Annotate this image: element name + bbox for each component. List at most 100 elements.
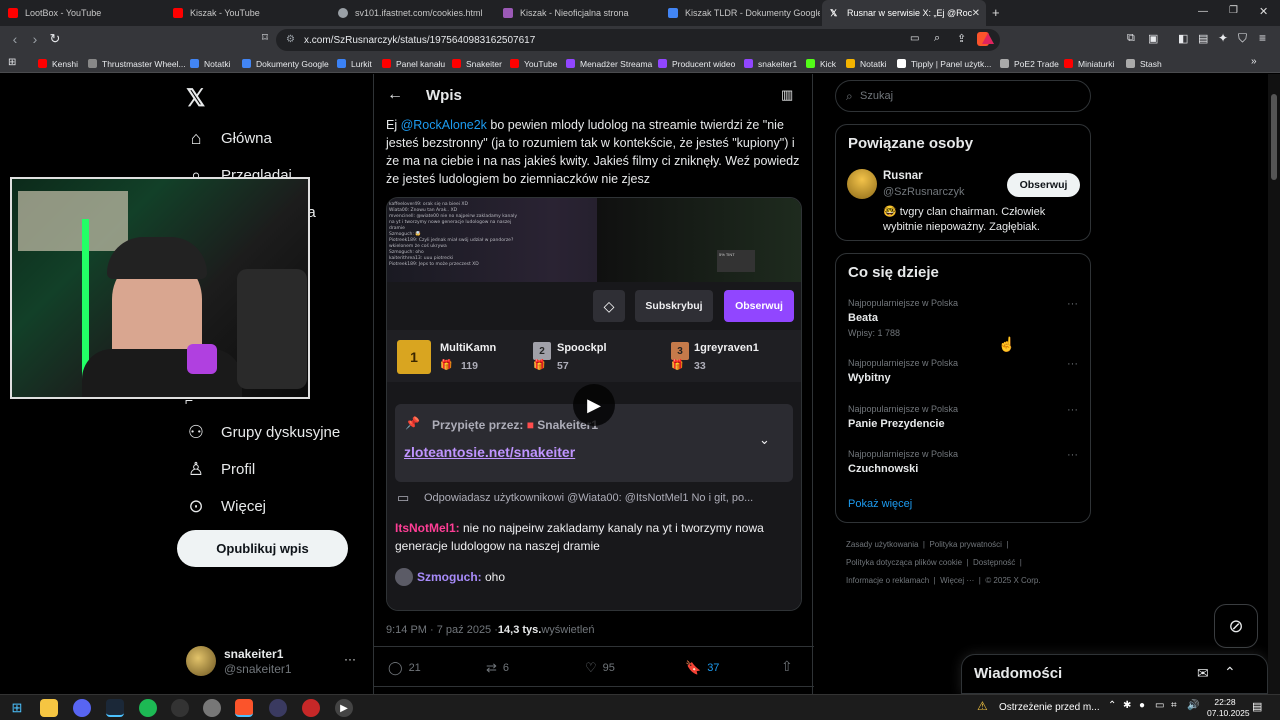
nav-communities[interactable]: ⚇ Grupy dyskusyjne bbox=[185, 421, 340, 443]
play-button[interactable]: ▶ bbox=[573, 384, 615, 426]
bookmark-panel-kanalu[interactable]: Panel kanału bbox=[382, 57, 445, 70]
more-options-icon[interactable]: ··· bbox=[1067, 358, 1078, 370]
bookmark-notatki-folder[interactable]: Notatki bbox=[846, 57, 886, 70]
bookmark-youtube[interactable]: YouTube bbox=[510, 57, 557, 70]
like-button[interactable]: ♡ 95 bbox=[585, 660, 615, 676]
file-explorer-icon[interactable] bbox=[40, 699, 58, 717]
prime-icon[interactable]: ◇ bbox=[593, 290, 625, 322]
clock[interactable]: 22:28 07.10.2025 bbox=[1207, 697, 1250, 718]
battery-icon[interactable]: ▭ bbox=[1155, 700, 1164, 711]
app-icon[interactable] bbox=[302, 699, 320, 717]
spotify-icon[interactable] bbox=[139, 699, 157, 717]
url-field[interactable]: ⚙ x.com/SzRusnarczyk/status/197564098316… bbox=[276, 29, 1000, 51]
post-button[interactable]: Opublikuj wpis bbox=[177, 530, 348, 567]
bookmark-snakeiter1[interactable]: snakeiter1 bbox=[744, 57, 797, 70]
leo-ai-icon[interactable]: ✦ bbox=[1218, 31, 1228, 45]
notifications-icon[interactable]: ▤ bbox=[1252, 700, 1262, 713]
footer-link[interactable]: Zasady użytkowania bbox=[846, 540, 918, 549]
trend-item[interactable]: Najpopularniejsze w Polska Panie Prezyde… bbox=[848, 404, 1078, 430]
volume-icon[interactable]: 🔊 bbox=[1187, 700, 1199, 711]
minimize-button[interactable]: — bbox=[1198, 6, 1208, 17]
windows-start-icon[interactable]: ⊞ bbox=[8, 699, 26, 717]
bookmark-kenshi[interactable]: Kenshi bbox=[38, 57, 78, 70]
steam-icon[interactable] bbox=[106, 699, 124, 717]
vpn-icon[interactable]: ⛉ bbox=[1238, 31, 1247, 46]
follow-stream-button[interactable]: Obserwuj bbox=[724, 290, 794, 322]
mention-link[interactable]: @RockAlone2k bbox=[401, 118, 487, 132]
bookmark-thrustmaster[interactable]: Thrustmaster Wheel... bbox=[88, 57, 186, 70]
messages-drawer[interactable]: Wiadomości ✉ ⌃ bbox=[961, 654, 1268, 694]
show-more-link[interactable]: Pokaż więcej bbox=[848, 498, 912, 510]
footer-link[interactable]: Dostępność bbox=[973, 558, 1015, 567]
new-message-icon[interactable]: ✉ bbox=[1197, 665, 1209, 682]
related-name[interactable]: Rusnar bbox=[883, 170, 923, 182]
sidebar-toggle-icon[interactable]: ◧ bbox=[1178, 32, 1188, 45]
tab-rusnar-x[interactable]: 𝕏 Rusnar w serwisie X: „Ej @RockAl ✕ bbox=[822, 0, 986, 26]
footer-link[interactable]: Informacje o reklamach bbox=[846, 576, 929, 585]
menu-icon[interactable]: ≡ bbox=[1259, 31, 1266, 45]
maximize-button[interactable]: ❐ bbox=[1229, 5, 1238, 16]
app-icon[interactable] bbox=[269, 699, 287, 717]
avatar[interactable] bbox=[847, 169, 877, 199]
subscribe-button[interactable]: Subskrybuj bbox=[635, 290, 713, 322]
tweet-video[interactable]: 5% TINT kaffeelover49: orak się na bieei… bbox=[386, 197, 802, 611]
account-name[interactable]: snakeiter1 bbox=[224, 647, 283, 661]
close-tab-icon[interactable]: ✕ bbox=[972, 8, 980, 19]
forward-icon[interactable]: › bbox=[26, 31, 44, 47]
reply-button[interactable]: ◯ 21 bbox=[388, 660, 421, 676]
notification-text[interactable]: Ostrzeżenie przed m... bbox=[999, 702, 1100, 713]
discord-icon[interactable] bbox=[73, 699, 91, 717]
expand-icon[interactable]: ⌃ bbox=[1224, 664, 1236, 681]
trend-item[interactable]: Najpopularniejsze w Polska Wybitny ··· bbox=[848, 358, 1078, 384]
tab-google-docs[interactable]: Kiszak TLDR - Dokumenty Google bbox=[660, 0, 820, 26]
follow-button[interactable]: Obserwuj bbox=[1007, 173, 1080, 197]
network-icon[interactable]: ⌗ bbox=[1171, 700, 1177, 711]
apps-grid-icon[interactable]: ⊞ bbox=[8, 57, 16, 68]
bookmark-notatki[interactable]: Notatki bbox=[190, 57, 230, 70]
more-options-icon[interactable]: ··· bbox=[1067, 404, 1078, 416]
trend-item[interactable]: Najpopularniejsze w Polska Czuchnowski ·… bbox=[848, 449, 1078, 475]
bookmark-kick[interactable]: Kick bbox=[806, 57, 836, 70]
new-tab-button[interactable]: + bbox=[992, 5, 1000, 20]
media-player-icon[interactable]: ▶ bbox=[335, 699, 353, 717]
more-bookmarks-icon[interactable]: » bbox=[1251, 56, 1257, 67]
reload-icon[interactable]: ↻ bbox=[46, 31, 64, 47]
search-input[interactable]: ⌕ Szukaj bbox=[835, 80, 1091, 112]
more-options-icon[interactable]: ··· bbox=[1067, 298, 1078, 310]
app-icon[interactable] bbox=[203, 699, 221, 717]
more-options-icon[interactable]: ··· bbox=[1067, 449, 1078, 461]
bookmark-lurkit[interactable]: Lurkit bbox=[337, 57, 372, 70]
obs-icon[interactable] bbox=[171, 699, 189, 717]
bluetooth-icon[interactable]: ✱ bbox=[1123, 700, 1131, 711]
back-arrow-icon[interactable]: ← bbox=[387, 86, 403, 104]
bookmark-poe2-trade[interactable]: PoE2 Trade bbox=[1000, 57, 1059, 70]
warning-icon[interactable]: ⚠ bbox=[977, 699, 988, 713]
brave-browser-icon[interactable] bbox=[235, 699, 253, 717]
cast-icon[interactable]: ▭ bbox=[910, 33, 919, 44]
tab-kiszak-youtube[interactable]: Kiszak - YouTube bbox=[165, 0, 330, 26]
bookmark-button[interactable]: 🔖 37 bbox=[685, 660, 719, 676]
bookmark-google-docs[interactable]: Dokumenty Google bbox=[242, 57, 329, 70]
share-icon[interactable]: ⇪ bbox=[957, 32, 966, 45]
bookmark-producent-wideo[interactable]: Producent wideo bbox=[658, 57, 735, 70]
footer-link[interactable]: Więcej ··· bbox=[940, 576, 974, 585]
page-scrollbar[interactable] bbox=[1268, 74, 1280, 694]
chevron-down-icon[interactable]: ⌄ bbox=[759, 432, 770, 448]
tray-chevron-icon[interactable]: ⌃ bbox=[1108, 700, 1116, 711]
avatar[interactable] bbox=[186, 646, 216, 676]
bookmark-page-icon[interactable]: ⌑ bbox=[256, 31, 274, 44]
footer-link[interactable]: Polityka dotycząca plików cookie bbox=[846, 558, 962, 567]
brave-rewards-icon[interactable] bbox=[982, 33, 994, 44]
extensions-icon[interactable]: ⧉ bbox=[1127, 32, 1135, 45]
grok-icon[interactable]: ⊘ bbox=[1214, 604, 1258, 648]
nav-more[interactable]: ⊙ Więcej bbox=[185, 495, 266, 517]
bookmark-snakeiter[interactable]: Snakeiter bbox=[452, 57, 502, 70]
reader-mode-icon[interactable]: ▥ bbox=[781, 87, 793, 103]
tab-cookies[interactable]: sv101.ifastnet.com/cookies.html bbox=[330, 0, 495, 26]
close-window-button[interactable]: ✕ bbox=[1259, 5, 1268, 18]
nav-home[interactable]: ⌂ Główna bbox=[185, 127, 272, 149]
wallet-icon[interactable]: ▤ bbox=[1198, 32, 1208, 45]
mic-icon[interactable]: ● bbox=[1139, 700, 1145, 711]
repost-button[interactable]: ⇄ 6 bbox=[486, 660, 509, 676]
zoom-icon[interactable]: ⌕ bbox=[934, 32, 940, 45]
